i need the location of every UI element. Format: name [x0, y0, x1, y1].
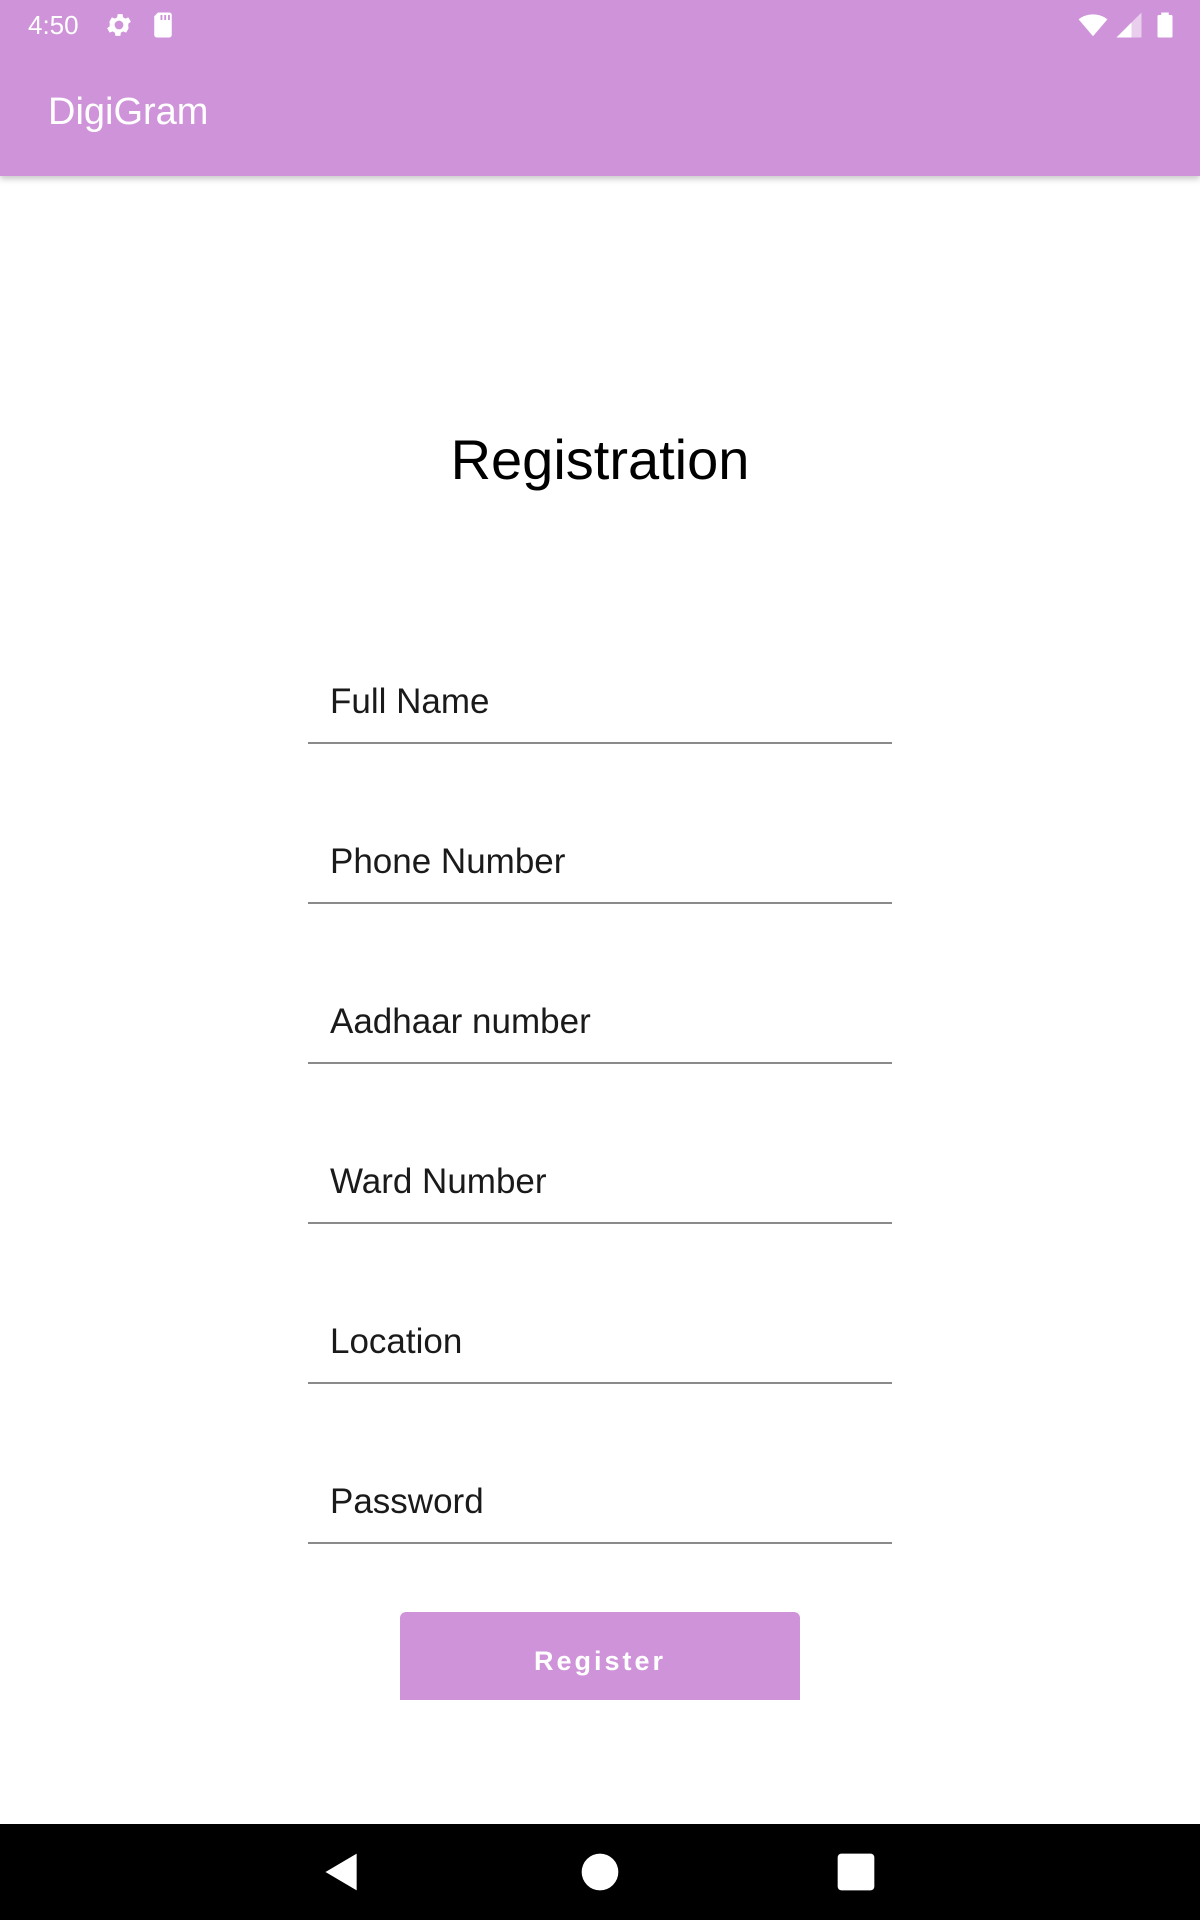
back-icon[interactable]	[320, 1850, 364, 1894]
register-button[interactable]: Register	[400, 1612, 800, 1700]
navigation-bar	[0, 1824, 1200, 1920]
recents-icon[interactable]	[834, 1850, 878, 1894]
wifi-icon	[1078, 10, 1108, 40]
full-name-placeholder: Full Name	[330, 682, 490, 721]
sd-card-icon	[148, 10, 178, 40]
location-placeholder: Location	[330, 1322, 463, 1361]
password-placeholder: Password	[330, 1482, 484, 1521]
full-name-field[interactable]: Full Name	[308, 672, 892, 744]
status-time: 4:50	[28, 10, 79, 40]
ward-number-field[interactable]: Ward Number	[308, 1152, 892, 1224]
location-field[interactable]: Location	[308, 1312, 892, 1384]
home-icon[interactable]	[578, 1850, 622, 1894]
gear-icon	[104, 10, 134, 40]
phone-number-field[interactable]: Phone Number	[308, 832, 892, 904]
password-field[interactable]: Password	[308, 1472, 892, 1544]
signal-icon	[1114, 10, 1144, 40]
battery-icon	[1150, 10, 1180, 40]
aadhaar-number-field[interactable]: Aadhaar number	[308, 992, 892, 1064]
app-bar: 4:50 DigiGram	[0, 0, 1200, 176]
app-title: DigiGram	[48, 91, 209, 133]
aadhaar-number-placeholder: Aadhaar number	[330, 1002, 591, 1041]
phone-number-placeholder: Phone Number	[330, 842, 566, 881]
ward-number-placeholder: Ward Number	[330, 1162, 547, 1201]
registration-screen: 4:50 DigiGram Registration Full Name Pho…	[0, 0, 1200, 1920]
page-title: Registration	[450, 428, 750, 491]
